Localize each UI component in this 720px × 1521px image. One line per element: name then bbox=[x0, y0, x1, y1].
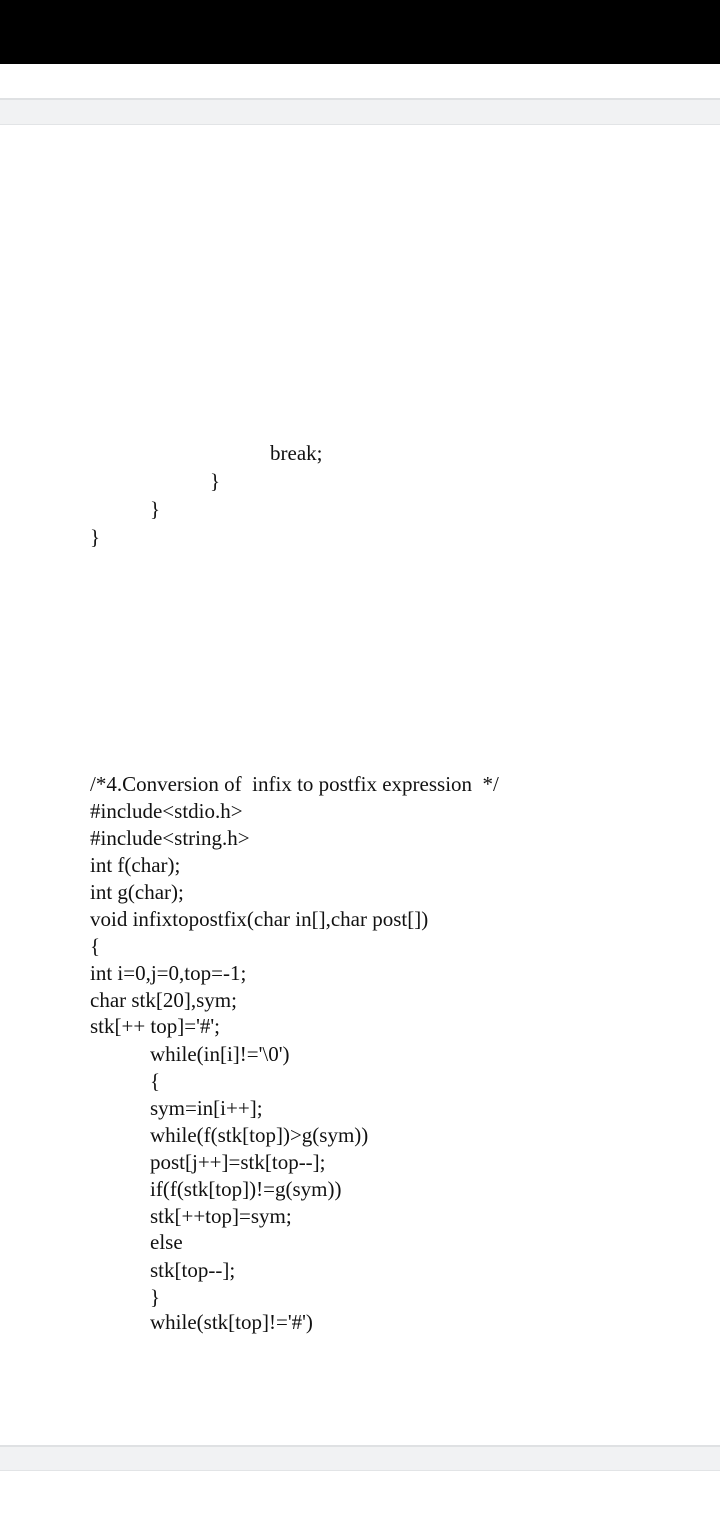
code-line: char stk[20],sym; bbox=[90, 988, 237, 1012]
code-line: stk[++top]=sym; bbox=[150, 1204, 292, 1228]
code-line: while(stk[top]!='#') bbox=[150, 1310, 313, 1334]
code-line: int g(char); bbox=[90, 880, 184, 904]
code-line: int i=0,j=0,top=-1; bbox=[90, 961, 247, 985]
code-line: stk[++ top]='#'; bbox=[90, 1014, 221, 1038]
code-line: while(f(stk[top])>g(sym)) bbox=[150, 1123, 369, 1147]
code-line: #include<stdio.h> bbox=[90, 799, 243, 823]
code-line: void infixtopostfix(char in[],char post[… bbox=[90, 907, 429, 931]
code-line: { bbox=[150, 1069, 161, 1093]
code-line: #include<string.h> bbox=[90, 826, 250, 850]
code-comment-title: /*4.Conversion of infix to postfix expre… bbox=[90, 772, 499, 796]
code-line-close-brace: } bbox=[210, 469, 221, 493]
code-line-close-brace: } bbox=[90, 525, 101, 549]
next-page-area[interactable] bbox=[0, 1470, 720, 1521]
code-line-break: break; bbox=[270, 441, 323, 465]
status-bar bbox=[0, 0, 720, 64]
code-line-close-brace: } bbox=[150, 497, 161, 521]
toolbar-gap bbox=[0, 64, 720, 100]
code-line: post[j++]=stk[top--]; bbox=[150, 1150, 326, 1174]
code-line: if(f(stk[top])!=g(sym)) bbox=[150, 1177, 342, 1201]
code-line: sym=in[i++]; bbox=[150, 1096, 263, 1120]
code-line: { bbox=[90, 934, 101, 958]
code-line: else bbox=[150, 1230, 183, 1254]
page-separator bbox=[0, 98, 720, 126]
code-line: stk[top--]; bbox=[150, 1258, 236, 1282]
code-line: int f(char); bbox=[90, 853, 181, 877]
code-line: while(in[i]!='\0') bbox=[150, 1042, 290, 1066]
code-line: } bbox=[150, 1285, 161, 1309]
